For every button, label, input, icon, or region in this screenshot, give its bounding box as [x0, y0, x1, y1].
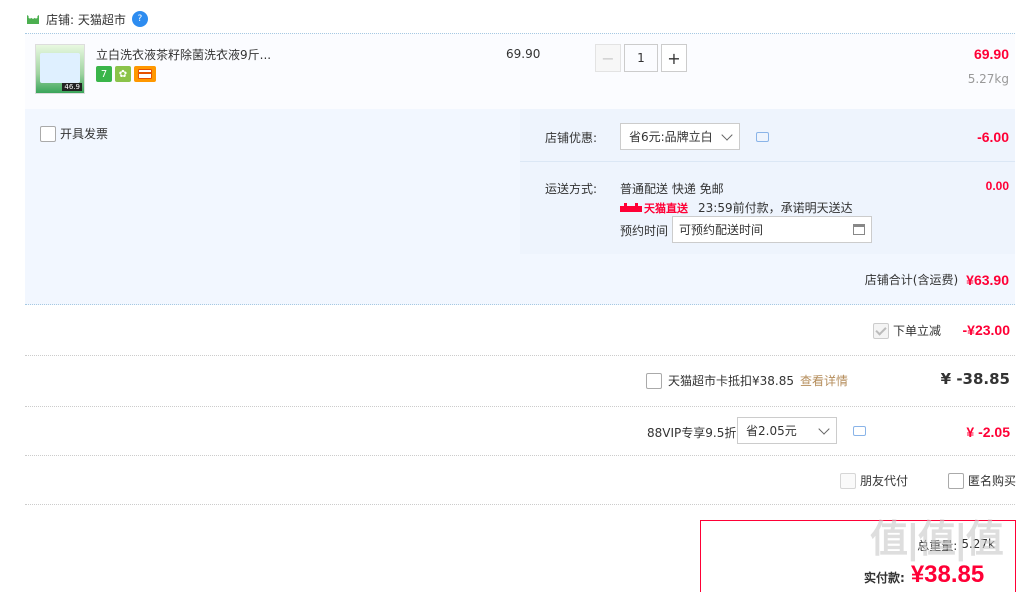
item-total: 69.90: [973, 46, 1009, 62]
unit-price: 69.90: [506, 47, 541, 61]
shipping-value: 0.00: [985, 179, 1009, 193]
appointment-label: 预约时间: [620, 224, 669, 238]
tmall-direct-text: 天猫直送: [644, 201, 688, 215]
shop-discount-select[interactable]: 省6元:品牌立白: [620, 123, 740, 150]
shop-total: 店铺合计(含运费) ¥63.90: [865, 271, 1009, 288]
actual-payment-label: 实付款:: [864, 571, 905, 585]
actual-payment-value: ¥38.85: [910, 561, 985, 588]
watermark-logo: 值|值|值: [870, 517, 1004, 561]
supermarket-card-label: 天猫超市卡抵扣¥38.85: [668, 374, 794, 388]
instant-discount-value: -¥23.00: [962, 322, 1010, 338]
instant-discount-option[interactable]: 下单立减: [873, 322, 941, 339]
invoice-option[interactable]: 开具发票: [40, 125, 108, 142]
chevron-down-icon: [721, 128, 733, 141]
divider: [25, 406, 1015, 407]
cart-item-row: 46.9 立白洗衣液茶籽除菌洗衣液9斤... 7 ✿ 69.90 − 1 + 6…: [25, 33, 1015, 109]
item-weight: 5.27kg: [967, 72, 1009, 86]
delivery-promise: 23:59前付款，承诺明天送达: [698, 201, 853, 215]
view-details-link[interactable]: 查看详情: [800, 372, 848, 389]
tmall-direct-tag: 天猫直送: [620, 200, 688, 216]
anonymous-purchase-checkbox[interactable]: [948, 472, 964, 489]
anonymous-purchase-label: 匿名购买: [968, 474, 1017, 488]
tmall-direct-row: 天猫直送 23:59前付款，承诺明天送达: [620, 199, 853, 216]
credit-card-icon[interactable]: [134, 66, 156, 82]
product-thumbnail[interactable]: 46.9: [35, 44, 85, 94]
vip-discount-select-value: 省2.05元: [746, 424, 797, 438]
shipping-label: 运送方式:: [545, 182, 598, 196]
friend-pay-option[interactable]: 朋友代付: [840, 472, 908, 489]
actual-payment: 实付款: ¥38.85: [864, 561, 984, 589]
appointment-placeholder: 可预约配送时间: [679, 223, 764, 237]
message-icon[interactable]: [853, 426, 866, 436]
quantity-input[interactable]: 1: [624, 44, 658, 72]
shop-name[interactable]: 店铺: 天猫超市: [46, 11, 126, 28]
chevron-down-icon: [818, 422, 830, 435]
shop-discount-label: 店铺优惠:: [545, 131, 598, 145]
product-title[interactable]: 立白洗衣液茶籽除菌洗衣液9斤...: [96, 46, 271, 63]
divider: [25, 355, 1015, 356]
wangwang-chat-icon[interactable]: ?: [131, 11, 148, 27]
service-badges: 7 ✿: [96, 66, 156, 82]
invoice-label: 开具发票: [60, 127, 109, 141]
divider: [520, 161, 1015, 162]
instant-discount-checkbox[interactable]: [873, 322, 889, 339]
friend-pay-label: 朋友代付: [860, 474, 909, 488]
quantity-stepper: − 1 +: [595, 44, 687, 72]
message-icon[interactable]: [756, 132, 769, 142]
vip-discount-select[interactable]: 省2.05元: [737, 417, 837, 444]
friend-pay-checkbox[interactable]: [840, 472, 856, 489]
supermarket-card-checkbox[interactable]: [646, 372, 662, 389]
invoice-checkbox[interactable]: [40, 125, 56, 142]
calendar-icon: [853, 224, 865, 235]
shop-icon: [27, 15, 39, 24]
seven-day-return-icon[interactable]: 7: [96, 66, 112, 82]
shop-total-value: ¥63.90: [966, 271, 1009, 288]
vip-discount-value: ¥ -2.05: [966, 424, 1010, 440]
supermarket-card-value: ¥ -38.85: [940, 370, 1010, 388]
supermarket-card-option[interactable]: 天猫超市卡抵扣¥38.85 查看详情: [646, 372, 848, 389]
instant-discount-label: 下单立减: [893, 324, 942, 338]
divider: [25, 504, 1015, 505]
appointment-date-input[interactable]: 可预约配送时间: [672, 216, 872, 243]
shop-discount-value: -6.00: [977, 129, 1009, 145]
shop-header: 店铺: 天猫超市 ?: [26, 10, 148, 28]
order-options: 开具发票 店铺优惠: 省6元:品牌立白 -6.00 运送方式: 普通配送 快递 …: [25, 109, 1015, 305]
quality-guarantee-icon[interactable]: ✿: [115, 66, 131, 82]
divider: [25, 455, 1015, 456]
increase-quantity-button[interactable]: +: [661, 44, 687, 72]
shop-discount-select-value: 省6元:品牌立白: [629, 130, 713, 144]
shipping-method: 普通配送 快递 免邮: [620, 182, 724, 196]
tmall-cat-icon: [620, 202, 642, 212]
thumb-price: 46.9: [62, 83, 82, 91]
shop-total-label: 店铺合计(含运费): [864, 273, 959, 287]
anonymous-purchase-option[interactable]: 匿名购买: [948, 472, 1016, 489]
decrease-quantity-button[interactable]: −: [595, 44, 621, 72]
vip-label: 88VIP专享9.5折: [647, 426, 737, 440]
